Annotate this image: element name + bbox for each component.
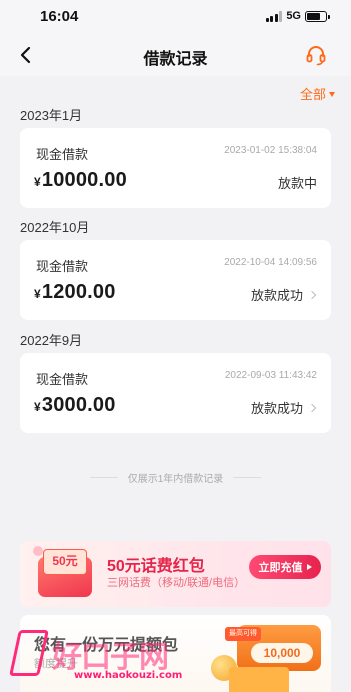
loan-record-card[interactable]: 现金借款 2022-10-04 14:09:56 ¥1200.00 放款成功 [20,240,331,320]
status-time: 16:04 [40,8,79,25]
gift-amount: 10,000 [251,643,313,663]
signal-icon [265,10,283,22]
loan-status: 放款中 [277,176,317,191]
loan-time: 2022-10-04 14:09:56 [224,257,317,268]
site-watermark: 好口子网 www.haokouzi.com [9,626,204,686]
promo-title: 50元话费红包 [107,558,205,575]
month-header: 2023年1月 [20,108,83,123]
network-type: 5G [286,10,301,22]
month-header: 2022年10月 [20,220,90,235]
nav-bar: 借款记录 [0,34,351,76]
loan-type: 现金借款 [36,372,89,387]
month-header: 2022年9月 [20,333,83,348]
loan-amount: ¥1200.00 [34,281,116,303]
divider [233,477,262,478]
status-bar: 16:04 5G [0,0,351,34]
play-icon [306,564,312,570]
loan-time: 2023-01-02 15:38:04 [224,145,317,156]
chevron-right-icon [307,290,317,299]
history-footnote: 仅展示1年内借款记录 [0,470,351,485]
loan-status: 放款成功 [251,398,317,417]
chevron-right-icon [307,403,317,412]
footnote-text: 仅展示1年内借款记录 [127,474,224,485]
red-packet-icon: 50元 [33,546,92,599]
filter-dropdown[interactable]: 全部 [300,84,335,103]
loan-type: 现金借款 [36,147,89,162]
loan-amount: ¥3000.00 [34,394,116,416]
recharge-button[interactable]: 立即充值 [249,555,321,579]
loan-status: 放款成功 [251,285,317,304]
promo-subtitle: 三网话费（移动/联通/电信） [107,577,246,589]
loan-record-card[interactable]: 现金借款 2022-09-03 11:43:42 ¥3000.00 放款成功 [20,353,331,433]
divider [89,477,118,478]
loan-record-card[interactable]: 现金借款 2023-01-02 15:38:04 ¥10000.00 放款中 [20,128,331,208]
filter-label: 全部 [299,87,326,102]
caret-down-icon [329,91,335,97]
watermark-logo-icon [9,630,49,676]
battery-icon [305,10,330,22]
gift-box-icon: 最高可得 10,000 [211,625,321,692]
loan-type: 现金借款 [36,259,89,274]
status-indicators: 5G [265,10,330,22]
headset-icon[interactable] [305,44,327,66]
packet-badge: 50元 [43,549,87,575]
loan-time: 2022-09-03 11:43:42 [224,370,317,381]
watermark-url: www.haokouzi.com [74,670,183,681]
phone-credit-promo[interactable]: 50元 50元话费红包 三网话费（移动/联通/电信） 立即充值 [20,541,331,607]
loan-amount: ¥10000.00 [34,169,127,191]
page-title: 借款记录 [143,51,208,68]
gift-chip: 最高可得 [225,627,261,641]
